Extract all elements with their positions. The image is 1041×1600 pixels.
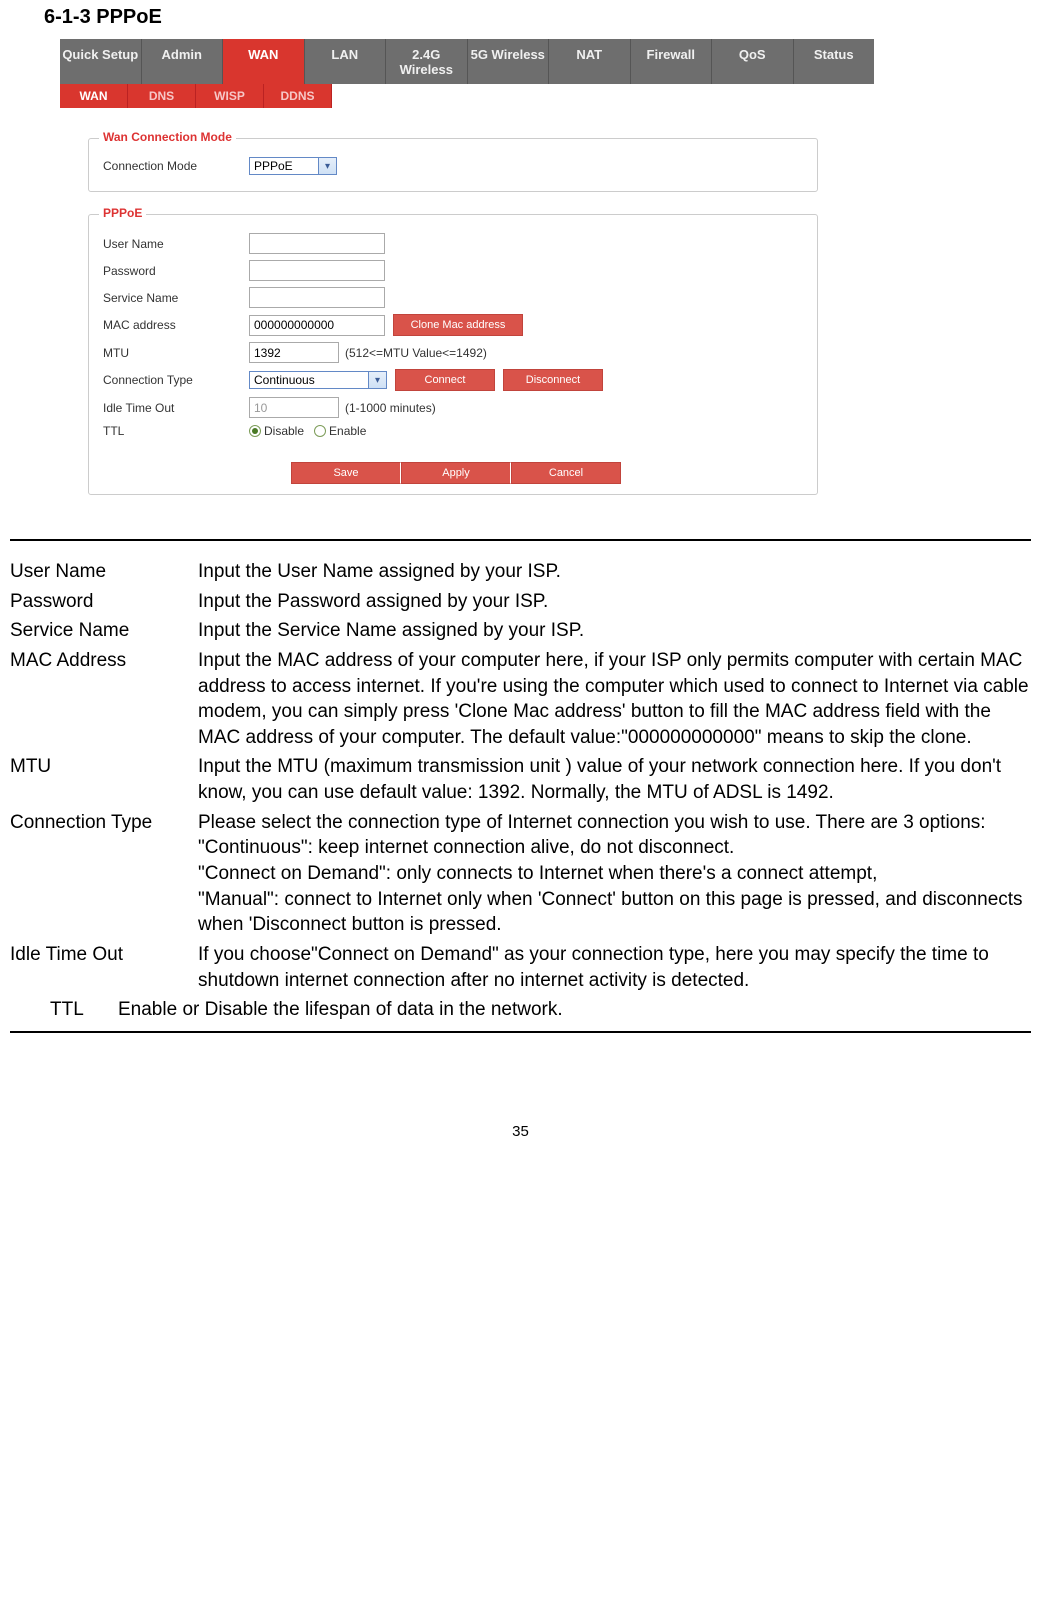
description-term: User Name xyxy=(10,559,198,585)
label-ttl: TTL xyxy=(103,424,249,438)
connect-button[interactable]: Connect xyxy=(395,369,495,391)
description-def: Please select the connection type of Int… xyxy=(198,810,1031,938)
main-tab-qos[interactable]: QoS xyxy=(712,39,794,84)
main-tab-status[interactable]: Status xyxy=(794,39,875,84)
description-term: Idle Time Out xyxy=(10,942,198,993)
page-number: 35 xyxy=(6,1123,1035,1160)
main-tab-wan[interactable]: WAN xyxy=(223,39,305,84)
mac-input[interactable] xyxy=(249,315,385,336)
ttl-disable-label: Disable xyxy=(264,424,304,438)
idle-input[interactable] xyxy=(249,397,339,418)
divider xyxy=(10,539,1031,541)
description-term: MAC Address xyxy=(10,648,198,751)
label-connection-type: Connection Type xyxy=(103,373,249,387)
sub-tab-dns[interactable]: DNS xyxy=(128,84,196,108)
chevron-down-icon: ▾ xyxy=(369,371,387,389)
section-title: 6-1-3 PPPoE xyxy=(44,6,1035,29)
cancel-button[interactable]: Cancel xyxy=(511,462,621,484)
connection-mode-select[interactable]: PPPoE ▾ xyxy=(249,157,337,175)
main-tab-2-4g-wireless[interactable]: 2.4G Wireless xyxy=(386,39,468,84)
sub-tab-wisp[interactable]: WISP xyxy=(196,84,264,108)
label-idle: Idle Time Out xyxy=(103,401,249,415)
fieldset-legend: Wan Connection Mode xyxy=(99,130,236,144)
main-tab-quick-setup[interactable]: Quick Setup xyxy=(60,39,142,84)
router-screenshot: Quick SetupAdminWANLAN2.4G Wireless5G Wi… xyxy=(60,39,874,525)
description-term: Connection Type xyxy=(10,810,198,938)
description-row: Service NameInput the Service Name assig… xyxy=(10,618,1031,644)
description-term: Password xyxy=(10,589,198,615)
mtu-hint: (512<=MTU Value<=1492) xyxy=(345,346,487,360)
pppoe-fieldset: PPPoE User Name Password Service Name MA… xyxy=(88,214,818,495)
clone-mac-button[interactable]: Clone Mac address xyxy=(393,314,523,336)
description-row: MAC AddressInput the MAC address of your… xyxy=(10,648,1031,751)
description-def: Enable or Disable the lifespan of data i… xyxy=(118,997,1031,1023)
user-name-input[interactable] xyxy=(249,233,385,254)
idle-hint: (1-1000 minutes) xyxy=(345,401,436,415)
description-term: MTU xyxy=(10,754,198,805)
label-password: Password xyxy=(103,264,249,278)
sub-tab-ddns[interactable]: DDNS xyxy=(264,84,332,108)
label-mac: MAC address xyxy=(103,318,249,332)
description-def: Input the Service Name assigned by your … xyxy=(198,618,1031,644)
password-input[interactable] xyxy=(249,260,385,281)
description-def: If you choose"Connect on Demand" as your… xyxy=(198,942,1031,993)
select-value: PPPoE xyxy=(249,157,319,175)
mtu-input[interactable] xyxy=(249,342,339,363)
ttl-enable-radio[interactable] xyxy=(314,425,326,437)
description-row: Idle Time OutIf you choose"Connect on De… xyxy=(10,942,1031,993)
fieldset-legend: PPPoE xyxy=(99,206,146,220)
select-value: Continuous xyxy=(249,371,369,389)
description-row: TTLEnable or Disable the lifespan of dat… xyxy=(10,997,1031,1023)
main-tab-lan[interactable]: LAN xyxy=(305,39,387,84)
ttl-enable-label: Enable xyxy=(329,424,366,438)
description-def: Input the MAC address of your computer h… xyxy=(198,648,1031,751)
description-row: Connection TypePlease select the connect… xyxy=(10,810,1031,938)
chevron-down-icon: ▾ xyxy=(319,157,337,175)
connection-type-select[interactable]: Continuous ▾ xyxy=(249,371,387,389)
label-connection-mode: Connection Mode xyxy=(103,159,249,173)
description-row: MTUInput the MTU (maximum transmission u… xyxy=(10,754,1031,805)
label-service-name: Service Name xyxy=(103,291,249,305)
wan-connection-mode-fieldset: Wan Connection Mode Connection Mode PPPo… xyxy=(88,138,818,192)
label-user-name: User Name xyxy=(103,237,249,251)
description-term: TTL xyxy=(10,997,118,1023)
description-term: Service Name xyxy=(10,618,198,644)
description-row: PasswordInput the Password assigned by y… xyxy=(10,589,1031,615)
label-mtu: MTU xyxy=(103,346,249,360)
save-button[interactable]: Save xyxy=(291,462,401,484)
service-name-input[interactable] xyxy=(249,287,385,308)
main-tab-firewall[interactable]: Firewall xyxy=(631,39,713,84)
ttl-disable-radio[interactable] xyxy=(249,425,261,437)
description-row: User NameInput the User Name assigned by… xyxy=(10,559,1031,585)
sub-tab-wan[interactable]: WAN xyxy=(60,84,128,108)
description-def: Input the MTU (maximum transmission unit… xyxy=(198,754,1031,805)
apply-button[interactable]: Apply xyxy=(401,462,511,484)
main-tab-admin[interactable]: Admin xyxy=(142,39,224,84)
divider xyxy=(10,1031,1031,1033)
description-def: Input the User Name assigned by your ISP… xyxy=(198,559,1031,585)
main-tab-nat[interactable]: NAT xyxy=(549,39,631,84)
description-def: Input the Password assigned by your ISP. xyxy=(198,589,1031,615)
disconnect-button[interactable]: Disconnect xyxy=(503,369,603,391)
main-tab-5g-wireless[interactable]: 5G Wireless xyxy=(468,39,550,84)
